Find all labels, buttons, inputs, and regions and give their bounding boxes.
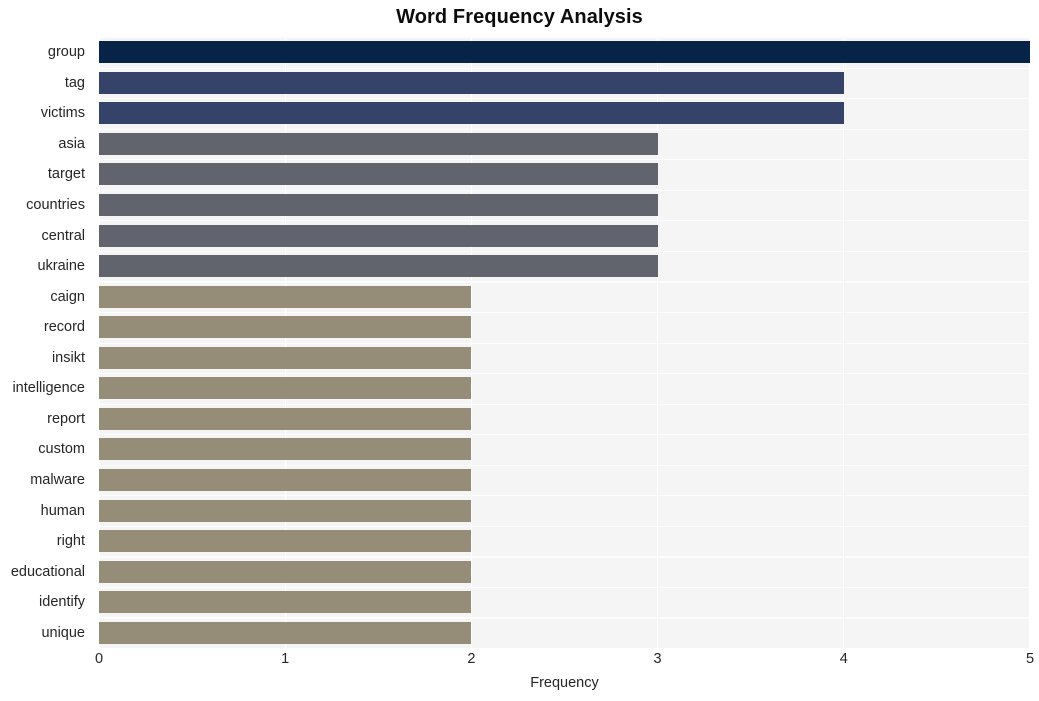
x-axis-tick-labels: 0 1 2 3 4 5 [0,0,1039,701]
chart-figure: Word Frequency Analysis group tag victims a… [0,0,1039,701]
x-tick-label: 4 [839,651,848,667]
x-tick-label: 5 [1025,651,1035,667]
x-tick-label: 1 [281,651,290,667]
x-tick-label: 3 [653,651,662,667]
x-tick-label: 0 [94,651,104,667]
x-axis-label: Frequency [530,675,599,691]
x-tick-label: 2 [467,651,476,667]
